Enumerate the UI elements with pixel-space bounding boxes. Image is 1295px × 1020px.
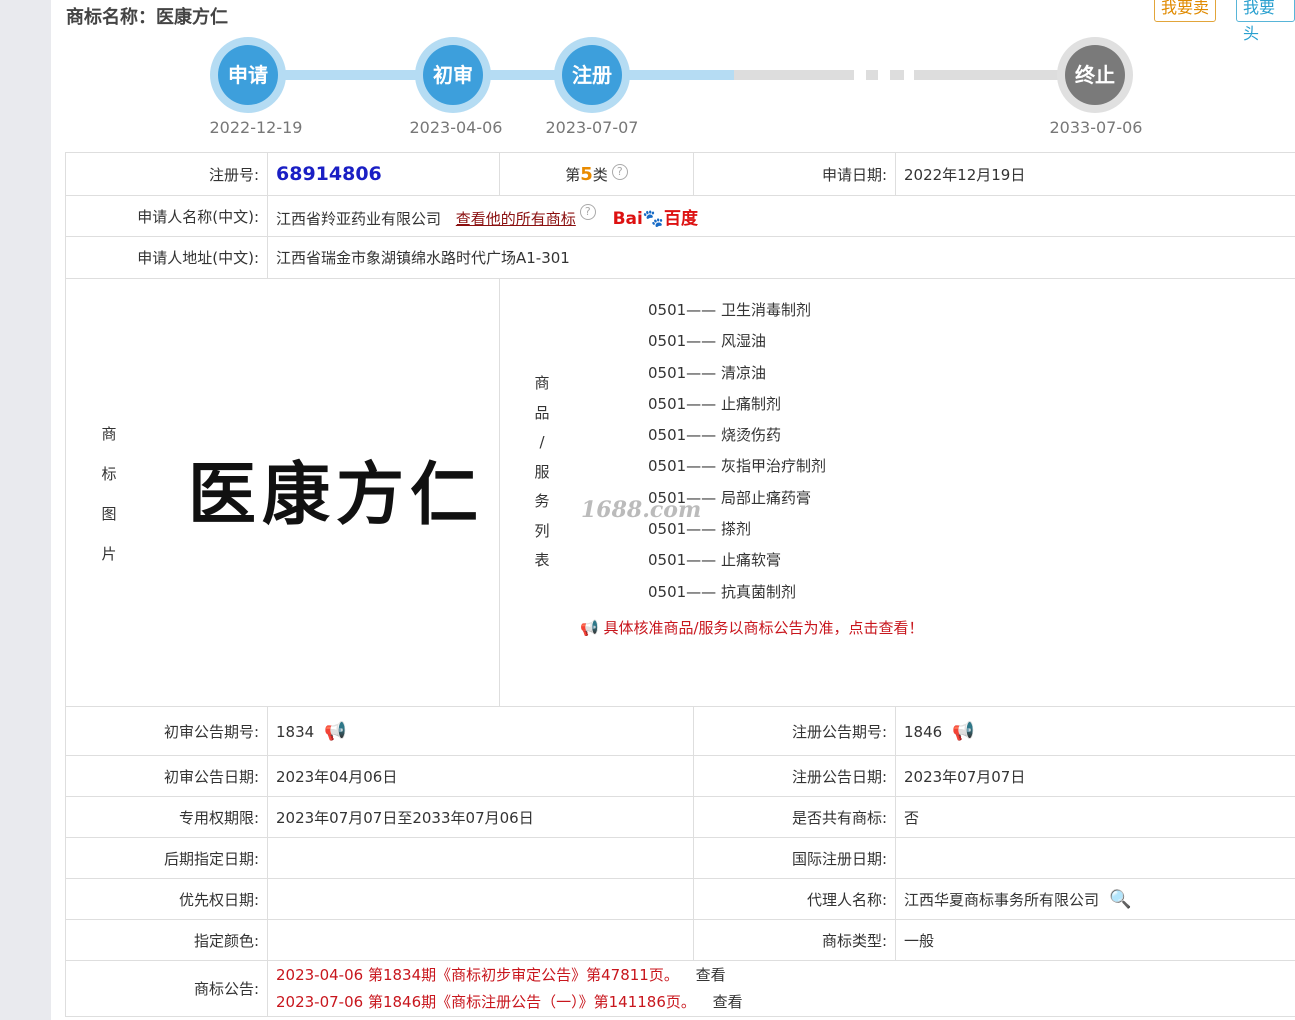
reg-pub-no-value: 1846 (904, 722, 943, 741)
timeline-progress (248, 70, 734, 80)
goods-item: 0501—— 清凉油 (648, 363, 766, 382)
notice-label: 商标公告: (65, 960, 268, 1017)
search-icon[interactable]: 🔍 (1109, 889, 1131, 910)
prelim-no-label: 初审公告期号: (65, 706, 268, 756)
goods-services-cell: 商 品 / 服 务 列 表 0501—— 卫生消毒制剂 0501—— 风湿油 0… (499, 278, 1295, 707)
view-all-trademarks-link[interactable]: 查看他的所有商标 (456, 210, 576, 228)
apply-date-label: 申请日期: (693, 152, 896, 196)
reg-pub-date-value: 2023年07月07日 (895, 755, 1295, 797)
agent-label: 代理人名称: (693, 878, 896, 920)
goods-item: 0501—— 卫生消毒制剂 (648, 301, 811, 319)
reg-no-value: 68914806 (276, 163, 382, 185)
timeline-step-register: 注册 (554, 37, 630, 113)
megaphone-icon: 📢 (580, 619, 599, 637)
color-value (267, 919, 694, 961)
buy-button[interactable]: 我要头 (1236, 0, 1295, 43)
left-sidebar (0, 0, 51, 1020)
goods-item: 0501—— 灰指甲治疗制剂 (648, 457, 826, 476)
notice-list: 2023-04-06 第1834期《商标初步审定公告》第47811页。 查看 2… (267, 960, 1295, 1017)
help-icon[interactable]: ? (611, 163, 628, 180)
intl-date-label: 国际注册日期: (693, 837, 896, 879)
reg-pub-date-label: 注册公告日期: (693, 755, 896, 797)
type-value: 一般 (895, 919, 1295, 961)
goods-item: 0501—— 烧烫伤药 (648, 426, 781, 445)
timeline-date: 2023-07-07 (545, 118, 639, 137)
applicant-label: 申请人名称(中文): (65, 195, 268, 237)
timeline-date: 2023-04-06 (409, 118, 503, 137)
priority-value (267, 878, 694, 920)
goods-item: 0501—— 止痛制剂 (648, 394, 781, 413)
color-label: 指定颜色: (65, 919, 268, 961)
prelim-no-value: 1834 (276, 722, 315, 741)
prelim-date-value: 2023年04月06日 (267, 755, 694, 797)
intl-date-value (895, 837, 1295, 879)
timeline-step-prelim: 初审 (415, 37, 491, 113)
timeline-date: 2022-12-19 (209, 118, 303, 137)
goods-item: 0501—— 局部止痛药膏 (648, 488, 811, 507)
image-label: 商 标 图 片 (101, 425, 117, 563)
megaphone-icon[interactable]: 📢 (952, 721, 974, 742)
shared-label: 是否共有商标: (693, 796, 896, 838)
address-label: 申请人地址(中文): (65, 236, 268, 279)
reg-pub-no-label: 注册公告期号: (693, 706, 896, 756)
sell-button[interactable]: 我要卖 (1154, 0, 1217, 22)
applicant-value: 江西省羚亚药业有限公司 (276, 209, 442, 228)
trademark-detail-table: 注册号: 68914806 第5类? 申请日期: 2022年12月19日 申请人… (65, 152, 1295, 1017)
timeline-dash (866, 70, 878, 80)
goods-item: 0501—— 止痛软膏 (648, 551, 781, 570)
help-icon[interactable]: ? (579, 203, 596, 220)
timeline-step-terminate: 终止 (1057, 37, 1133, 113)
notice-item: 2023-07-06 第1846期《商标注册公告（一）》第141186页。 查看 (276, 992, 743, 1011)
goods-label: 商 品 / 服 务 列 表 (534, 374, 550, 569)
goods-item: 0501—— 抗真菌制剂 (648, 582, 796, 601)
priority-label: 优先权日期: (65, 878, 268, 920)
megaphone-icon[interactable]: 📢 (324, 721, 346, 742)
reg-no-label: 注册号: (65, 152, 268, 196)
term-label: 专用权期限: (65, 796, 268, 838)
view-notice-link[interactable]: 查看 (696, 966, 726, 984)
agent-value: 江西华夏商标事务所有限公司 (904, 890, 1100, 909)
trademark-image: 医康方仁 (188, 455, 485, 535)
trademark-image-cell: 商 标 图 片 医康方仁 1688.com (65, 278, 701, 707)
timeline-step-apply: 申请 (210, 37, 286, 113)
shared-value: 否 (895, 796, 1295, 838)
class-cell: 第5类? (499, 152, 694, 196)
type-label: 商标类型: (693, 919, 896, 961)
apply-date-value: 2022年12月19日 (895, 152, 1295, 196)
baidu-search-logo[interactable]: Bai🐾百度 (613, 209, 698, 229)
later-date-value (267, 837, 694, 879)
timeline-dash (890, 70, 904, 80)
prelim-date-label: 初审公告日期: (65, 755, 268, 797)
page-title: 商标名称：医康方仁 (66, 7, 228, 28)
timeline-remaining (734, 70, 854, 80)
goods-item: 0501—— 风湿油 (648, 332, 766, 351)
address-value: 江西省瑞金市象湖镇绵水路时代广场A1-301 (267, 236, 1295, 279)
notice-item: 2023-04-06 第1834期《商标初步审定公告》第47811页。 查看 (276, 965, 726, 984)
view-notice-link[interactable]: 查看 (713, 993, 743, 1011)
later-date-label: 后期指定日期: (65, 837, 268, 879)
term-value: 2023年07月07日至2033年07月06日 (267, 796, 694, 838)
goods-note-link[interactable]: 📢 具体核准商品/服务以商标公告为准，点击查看！ (580, 617, 924, 638)
goods-item: 0501—— 搽剂 (648, 520, 751, 539)
goods-list: 0501—— 卫生消毒制剂 0501—— 风湿油 0501—— 清凉油 0501… (648, 295, 826, 608)
timeline-date: 2033-07-06 (1049, 118, 1143, 137)
